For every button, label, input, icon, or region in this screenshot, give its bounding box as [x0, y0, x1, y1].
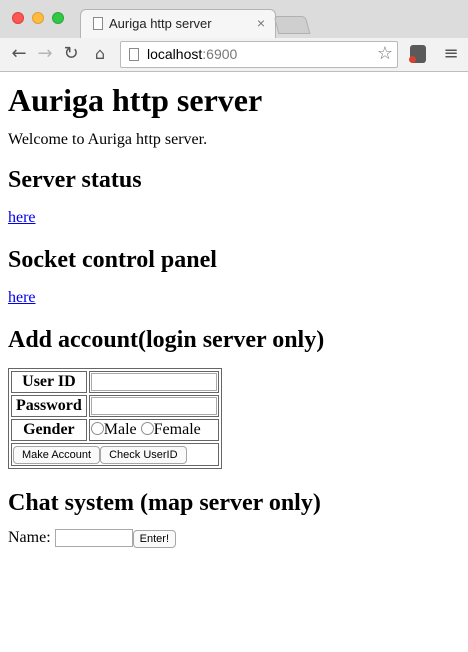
add-account-form: User ID Password Gender Male Female Make…	[8, 368, 222, 469]
star-icon[interactable]: ☆	[377, 43, 393, 64]
url-port: :6900	[202, 46, 238, 62]
window-zoom-button[interactable]	[52, 12, 64, 24]
userid-input[interactable]	[90, 373, 217, 391]
browser-chrome: Auriga http server × ← → ↻ ⌂ localhost:6…	[0, 0, 468, 72]
gender-female-label: Female	[153, 421, 201, 438]
make-account-button[interactable]: Make Account	[13, 446, 101, 464]
enter-button[interactable]: Enter!	[132, 530, 177, 548]
tab-strip: Auriga http server ×	[0, 0, 468, 39]
page-content: Auriga http server Welcome to Auriga htt…	[8, 72, 460, 548]
name-input[interactable]	[54, 529, 133, 548]
tab-active[interactable]: Auriga http server ×	[80, 9, 276, 39]
arrow-left-icon[interactable]: ←	[8, 42, 30, 66]
reload-icon[interactable]: ↻	[60, 42, 82, 66]
url-text[interactable]: localhost:6900	[147, 46, 237, 62]
browser-toolbar: ← → ↻ ⌂ localhost:6900 ☆	[0, 38, 468, 72]
address-bar[interactable]: localhost:6900 ☆	[120, 41, 398, 68]
window-close-button[interactable]	[12, 12, 24, 24]
gender-male-radio[interactable]	[90, 422, 104, 435]
name-label: Name:	[8, 529, 51, 546]
gender-label: Gender	[11, 419, 87, 441]
page-title: Auriga http server	[8, 82, 263, 118]
gender-male-label: Male	[103, 421, 137, 438]
home-icon[interactable]: ⌂	[89, 42, 111, 66]
gender-female-radio[interactable]	[140, 422, 154, 435]
window-minimize-button[interactable]	[32, 12, 44, 24]
tab-title: Auriga http server	[109, 16, 212, 31]
check-userid-button[interactable]: Check UserID	[100, 446, 187, 464]
menu-icon[interactable]: ≡	[440, 40, 462, 68]
password-label: Password	[11, 395, 87, 417]
arrow-right-icon[interactable]: →	[34, 42, 56, 66]
socket-panel-heading: Socket control panel	[8, 247, 217, 273]
tab-close-icon[interactable]: ×	[257, 15, 265, 31]
userid-label: User ID	[11, 371, 87, 393]
new-tab-button[interactable]	[273, 16, 311, 34]
chat-system-heading: Chat system (map server only)	[8, 490, 321, 516]
server-status-link[interactable]: here	[8, 209, 36, 226]
password-input[interactable]	[90, 397, 217, 415]
chat-name-row: Name: Enter!	[8, 529, 460, 548]
page-icon	[93, 17, 103, 30]
page-icon	[129, 48, 139, 61]
extension-badge-icon	[409, 56, 416, 63]
url-host: localhost	[147, 46, 203, 62]
server-status-heading: Server status	[8, 167, 142, 193]
socket-panel-link[interactable]: here	[8, 289, 36, 306]
welcome-text: Welcome to Auriga http server.	[8, 131, 208, 148]
add-account-heading: Add account(login server only)	[8, 327, 325, 353]
